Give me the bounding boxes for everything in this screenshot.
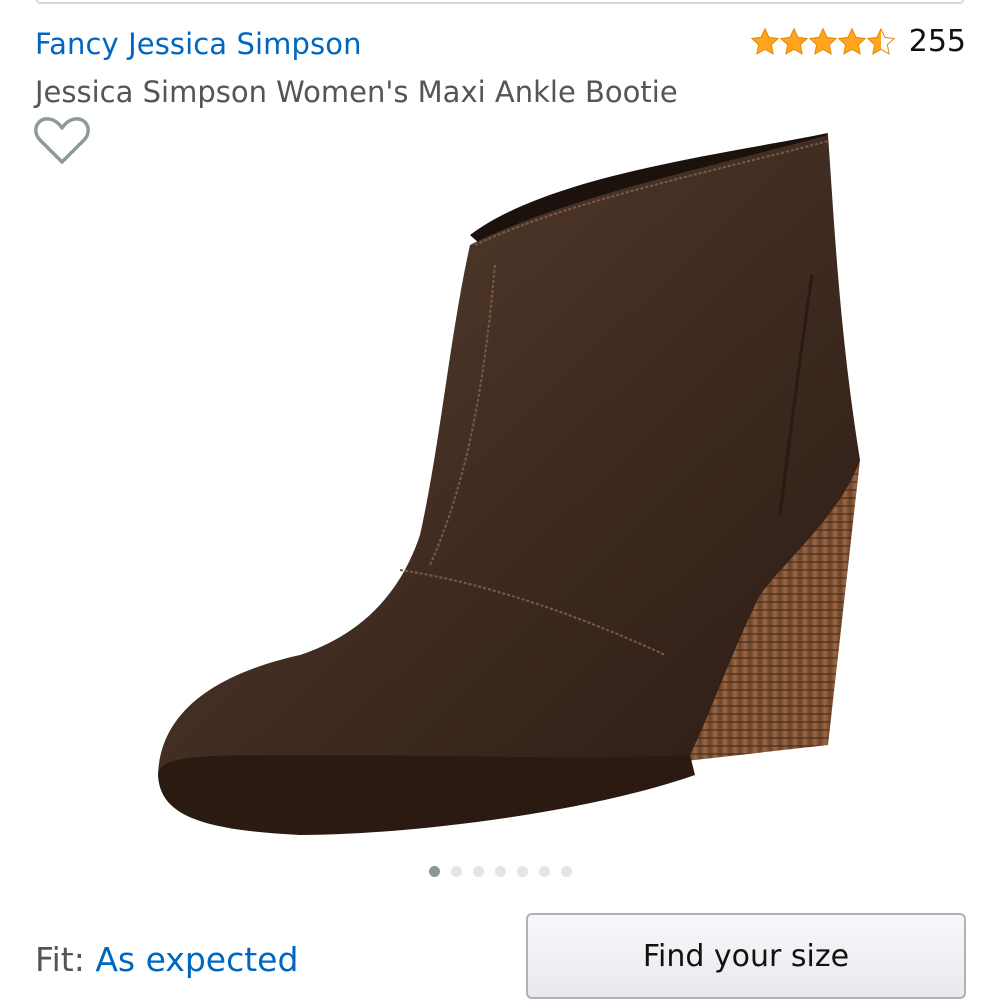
find-your-size-button[interactable]: Find your size (526, 913, 966, 999)
brand-link[interactable]: Fancy Jessica Simpson (35, 27, 362, 61)
star-icon (750, 27, 779, 55)
fit-info: Fit: As expected (35, 940, 298, 979)
image-carousel-dots[interactable] (429, 866, 583, 877)
product-image[interactable] (100, 115, 900, 855)
star-rating (750, 27, 895, 57)
top-card-edge (36, 0, 964, 4)
carousel-dot[interactable] (429, 866, 440, 877)
star-icon (837, 27, 866, 55)
carousel-dot[interactable] (495, 866, 506, 877)
carousel-dot[interactable] (473, 866, 484, 877)
half-star-icon (866, 27, 895, 55)
carousel-dot[interactable] (539, 866, 550, 877)
fit-label: Fit: (35, 940, 85, 979)
rating-summary[interactable]: 255 (750, 24, 966, 59)
star-icon (779, 27, 808, 55)
boot-sole (158, 755, 695, 835)
carousel-dot[interactable] (561, 866, 572, 877)
fit-value-link[interactable]: As expected (95, 940, 298, 979)
review-count[interactable]: 255 (909, 24, 966, 59)
star-icon (808, 27, 837, 55)
carousel-dot[interactable] (451, 866, 462, 877)
carousel-dot[interactable] (517, 866, 528, 877)
product-title: Jessica Simpson Women's Maxi Ankle Booti… (35, 75, 678, 109)
heart-icon[interactable] (33, 115, 91, 167)
